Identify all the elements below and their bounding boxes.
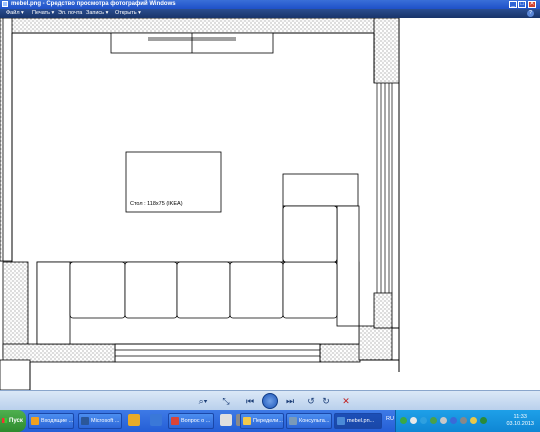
outlook-icon (31, 416, 39, 425)
task-word[interactable]: Microsoft ... (78, 413, 122, 429)
task-mebel[interactable]: mebel.pn... (334, 413, 382, 429)
window-title: mebel.png - Средство просмотра фотографи… (11, 1, 176, 7)
next-icon[interactable]: ⏭ (284, 395, 296, 407)
windows-flag-icon (2, 418, 7, 423)
door-steps (114, 343, 321, 363)
menu-email[interactable]: Эл. почта (58, 10, 82, 16)
window-right (376, 83, 393, 293)
menu-open[interactable]: Открыть ▾ (115, 10, 141, 16)
delete-icon[interactable]: ✕ (340, 395, 352, 407)
system-tray: RU 11:33 03.10.2013 (386, 410, 540, 432)
chrome-icon (171, 416, 179, 425)
task-folder[interactable]: Передели... (240, 413, 284, 429)
contact-icon (289, 416, 297, 425)
actual-size-icon[interactable]: ⤡ (220, 395, 232, 407)
slideshow-button[interactable] (262, 393, 278, 409)
minimize-button[interactable]: _ (509, 1, 517, 8)
task-chrome[interactable]: Вопрос о ... (168, 413, 214, 429)
quicklaunch-firefox-icon[interactable] (128, 414, 140, 426)
maximize-button[interactable]: □ (518, 1, 526, 8)
tray-antivirus-icon[interactable] (430, 417, 437, 424)
table-label: Стол : 118x75 (IKEA) (130, 201, 183, 207)
tray-network-icon[interactable] (400, 417, 407, 424)
start-label: Пуск (9, 418, 23, 424)
image-file-icon (337, 416, 345, 425)
tray-bluetooth-icon[interactable] (450, 417, 457, 424)
tray-usb-icon[interactable] (440, 417, 447, 424)
rotate-right-icon[interactable]: ↻ (320, 395, 332, 407)
quicklaunch-calc-icon[interactable] (220, 414, 232, 426)
word-icon (81, 416, 89, 425)
menu-file[interactable]: Файл ▾ (6, 10, 24, 16)
folder-icon (243, 416, 251, 425)
task-consult[interactable]: Консульта... (286, 413, 332, 429)
tray-update-icon[interactable] (470, 417, 477, 424)
viewer-toolbar: ⌕▾ ⤡ ⏮ ⏭ ↺ ↻ ✕ (0, 390, 540, 410)
menu-print[interactable]: Печать ▾ (32, 10, 54, 16)
photo-viewer-icon (2, 1, 8, 7)
quicklaunch-ie-icon[interactable] (150, 414, 162, 426)
previous-icon[interactable]: ⏮ (244, 395, 256, 407)
rotate-left-icon[interactable]: ↺ (305, 395, 317, 407)
clock-time: 11:33 (513, 414, 527, 420)
tray-clock-icon[interactable] (410, 417, 417, 424)
tv-stand (110, 32, 274, 54)
task-inbox[interactable]: Входящие ... (28, 413, 74, 429)
floor-plan-image (0, 18, 400, 390)
close-button[interactable]: ✕ (528, 1, 536, 8)
title-bar: mebel.png - Средство просмотра фотографи… (0, 0, 540, 9)
help-icon[interactable]: ? (527, 10, 534, 17)
clock-date: 03.10.2013 (506, 421, 534, 427)
menu-burn[interactable]: Запись ▾ (86, 10, 108, 16)
taskbar: Пуск Входящие ... Microsoft ... Вопрос о… (0, 410, 540, 432)
menu-bar: Файл ▾ Печать ▾ Эл. почта Запись ▾ Откры… (0, 9, 540, 18)
language-indicator[interactable]: RU (386, 416, 394, 422)
tray-skype-icon[interactable] (420, 417, 427, 424)
image-canvas: Стол : 118x75 (IKEA) (0, 18, 540, 390)
start-button[interactable]: Пуск (0, 410, 26, 432)
zoom-icon[interactable]: ⌕▾ (195, 395, 211, 407)
tray-battery-icon[interactable] (480, 417, 487, 424)
clock[interactable]: 11:33 03.10.2013 (506, 414, 534, 428)
tray-volume-icon[interactable] (460, 417, 467, 424)
